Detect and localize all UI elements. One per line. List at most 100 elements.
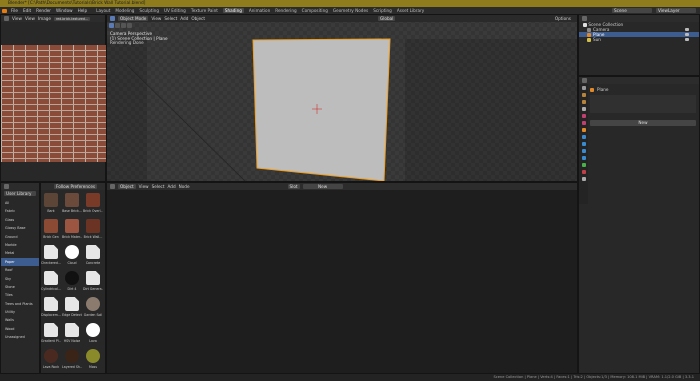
menu-view[interactable]: View [12,16,22,21]
modifier-icon[interactable] [581,135,586,139]
category-utility[interactable]: Utility [1,308,39,316]
visibility-eye-icon[interactable] [685,28,689,31]
physics-icon[interactable] [581,149,586,153]
view-layer-icon[interactable] [581,107,586,111]
category-unassigned[interactable]: Unassigned [1,333,39,341]
shader-node-editor[interactable]: Object View Select Add Node Slot New [106,182,578,374]
material-slots-list[interactable] [590,95,696,113]
category-trees-and-plants[interactable]: Trees and Plants [1,300,39,308]
editor-type-icon[interactable] [4,184,9,189]
render-icon[interactable] [581,93,586,97]
asset-thumbnail[interactable] [65,271,79,285]
new-material-button[interactable]: New [302,184,343,189]
editor-type-icon[interactable] [110,184,115,189]
category-stone[interactable]: Stone [1,283,39,291]
menu-render[interactable]: Render [36,8,51,13]
asset-thumbnail[interactable] [65,193,79,207]
rotate-tool-icon[interactable] [127,23,132,28]
material-icon[interactable] [581,170,586,174]
editor-type-icon[interactable] [582,78,587,83]
library-selector[interactable]: User Library [4,191,36,196]
asset-thumbnail[interactable] [44,349,58,363]
import-method-selector[interactable]: Follow Preferences [54,184,98,189]
asset-thumbnail[interactable] [86,323,100,337]
object-icon[interactable] [581,128,586,132]
category-glossy-base[interactable]: Glossy Base [1,224,39,232]
menu-file[interactable]: File [11,8,18,13]
tab-sculpting[interactable]: Sculpting [139,8,159,13]
tab-modeling[interactable]: Modeling [115,8,134,13]
tab-scripting[interactable]: Scripting [373,8,392,13]
menu-edit[interactable]: Edit [23,8,31,13]
asset-thumbnail[interactable] [86,349,100,363]
category-marble[interactable]: Marble [1,241,39,249]
particles-icon[interactable] [581,142,586,146]
tab-texture-paint[interactable]: Texture Paint [191,8,218,13]
scene-icon[interactable] [581,114,586,118]
data-icon[interactable] [581,163,586,167]
asset-thumbnail[interactable] [65,297,79,311]
asset-thumbnail[interactable] [86,297,100,311]
asset-thumbnail[interactable] [65,245,79,259]
category-ground[interactable]: Ground [1,233,39,241]
menu-help[interactable]: Help [78,8,88,13]
output-icon[interactable] [581,100,586,104]
tab-geometry-nodes[interactable]: Geometry Nodes [333,8,368,13]
category-paper[interactable]: Paper [1,257,39,267]
asset-thumbnail[interactable] [44,271,58,285]
editor-type-icon[interactable] [4,16,9,21]
menu-node[interactable]: Node [179,184,190,189]
view-layer-selector[interactable]: ViewLayer [656,8,696,13]
menu-window[interactable]: Window [56,8,73,13]
category-metal[interactable]: Metal [1,249,39,257]
material-slot-selector[interactable]: Slot [287,184,300,189]
asset-thumbnail[interactable] [65,323,79,337]
move-tool-icon[interactable] [121,23,126,28]
object-type-selector[interactable]: Object [118,184,136,189]
asset-thumbnail[interactable] [86,245,100,259]
category-all[interactable]: All [1,199,39,207]
tab-shading[interactable]: Shading [222,8,244,13]
category-walls[interactable]: Walls [1,316,39,324]
image-name-field[interactable]: red-brick-textured... [54,16,90,21]
asset-thumbnail[interactable] [65,219,79,233]
texture-icon[interactable] [581,177,586,181]
blender-logo-icon[interactable] [2,8,7,13]
tab-layout[interactable]: Layout [96,8,110,13]
asset-thumbnail[interactable] [86,193,100,207]
menu-view-2[interactable]: View [25,16,35,21]
visibility-eye-icon[interactable] [685,38,689,41]
tab-compositing[interactable]: Compositing [302,8,328,13]
constraints-icon[interactable] [581,156,586,160]
menu-view[interactable]: View [139,184,149,189]
category-roof[interactable]: Roof [1,266,39,274]
category-tiles[interactable]: Tiles [1,291,39,299]
outliner-item-sun[interactable]: Sun [579,37,699,42]
editor-type-icon[interactable] [582,16,587,21]
cursor-tool-icon[interactable] [115,23,120,28]
world-icon[interactable] [581,121,586,125]
menu-image[interactable]: Image [38,16,51,21]
visibility-eye-icon[interactable] [685,33,689,36]
asset-thumbnail[interactable] [65,349,79,363]
asset-thumbnail[interactable] [44,245,58,259]
scene-selector[interactable]: Scene [612,8,652,13]
category-wood[interactable]: Wood [1,325,39,333]
tab-rendering[interactable]: Rendering [275,8,296,13]
new-material-button[interactable]: New [590,120,696,126]
asset-thumbnail[interactable] [86,219,100,233]
asset-thumbnail[interactable] [44,323,58,337]
menu-add[interactable]: Add [168,184,176,189]
asset-thumbnail[interactable] [86,271,100,285]
tool-icon[interactable] [581,86,586,90]
asset-thumbnail[interactable] [44,297,58,311]
tab-asset-library[interactable]: Asset Library [397,8,424,13]
category-glass[interactable]: Glass [1,216,39,224]
asset-thumbnail[interactable] [44,219,58,233]
asset-thumbnail[interactable] [44,193,58,207]
3d-viewport[interactable]: Object Mode View Select Add Object Globa… [106,14,578,182]
category-fabric[interactable]: Fabric [1,207,39,215]
select-tool-icon[interactable] [109,23,114,28]
menu-select[interactable]: Select [152,184,165,189]
tab-animation[interactable]: Animation [249,8,270,13]
